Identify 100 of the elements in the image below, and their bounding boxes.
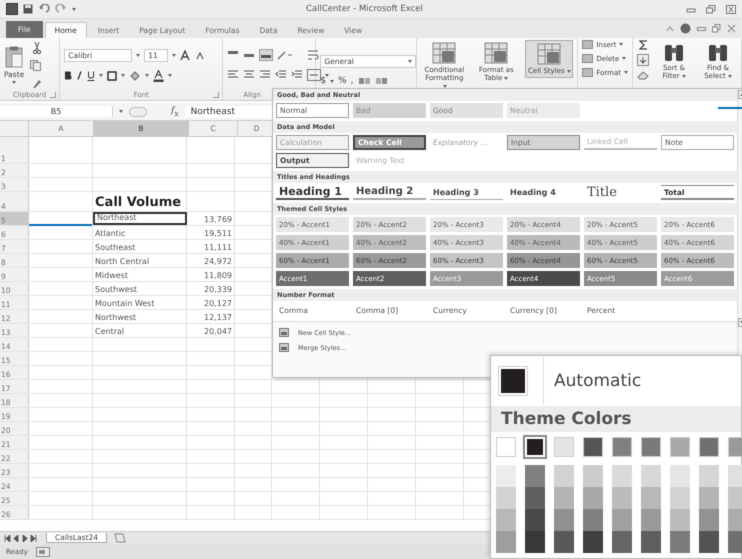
color-swatch[interactable]	[583, 509, 603, 531]
wrap-text-icon[interactable]	[307, 49, 320, 61]
scissors-icon[interactable]	[32, 42, 42, 54]
color-swatch[interactable]	[728, 531, 742, 553]
align-right-icon[interactable]	[259, 70, 272, 80]
color-swatch[interactable]	[525, 487, 545, 509]
name-box[interactable]: B5	[0, 106, 113, 117]
caret-icon[interactable]	[624, 71, 628, 74]
color-swatch[interactable]	[670, 437, 690, 457]
color-swatch[interactable]	[641, 531, 661, 553]
italic-icon[interactable]	[76, 71, 84, 80]
fill-icon[interactable]	[637, 54, 649, 66]
color-swatch[interactable]	[670, 465, 690, 487]
color-swatch[interactable]	[728, 465, 742, 487]
automatic-color-swatch[interactable]	[499, 367, 527, 395]
sigma-icon[interactable]	[638, 40, 648, 50]
caret-icon[interactable]	[121, 74, 126, 77]
save-icon[interactable]	[23, 4, 33, 14]
color-swatch[interactable]	[641, 509, 661, 531]
color-swatch[interactable]	[728, 437, 742, 457]
restore-icon[interactable]	[712, 24, 721, 33]
color-swatch[interactable]	[670, 531, 690, 553]
clipboard-icon[interactable]	[5, 46, 24, 68]
help-icon[interactable]	[680, 23, 691, 34]
caret-icon[interactable]	[408, 60, 412, 63]
close-icon[interactable]	[727, 24, 736, 33]
color-swatch[interactable]	[670, 509, 690, 531]
bold-icon[interactable]	[64, 71, 72, 80]
insert-function-button[interactable]: f$_{x}$	[171, 106, 179, 118]
align-left-icon[interactable]	[227, 70, 240, 80]
caret-icon[interactable]	[119, 110, 123, 113]
color-swatch[interactable]	[525, 465, 545, 487]
color-swatch[interactable]	[525, 531, 545, 553]
macro-record-icon[interactable]	[36, 547, 50, 557]
color-swatch[interactable]	[612, 487, 632, 509]
border-icon[interactable]	[107, 70, 118, 80]
cell-style-option[interactable]: Heading 1	[276, 185, 349, 200]
color-swatch[interactable]	[699, 437, 719, 457]
cell-style-option[interactable]: Heading 2	[353, 185, 426, 200]
caret-icon[interactable]	[566, 70, 571, 73]
color-swatch[interactable]	[583, 531, 603, 553]
increase-indent-icon[interactable]	[291, 70, 304, 80]
color-swatch[interactable]	[554, 487, 574, 509]
cell-style-option[interactable]: Title	[584, 185, 657, 200]
color-swatch[interactable]	[728, 487, 742, 509]
color-swatch[interactable]	[641, 487, 661, 509]
dialog-launcher-icon[interactable]	[50, 92, 56, 98]
color-swatch[interactable]	[641, 437, 661, 457]
automatic-option[interactable]: Automatic	[543, 357, 642, 405]
color-swatch[interactable]	[583, 437, 603, 457]
color-swatch[interactable]	[612, 465, 632, 487]
dialog-launcher-icon[interactable]	[213, 92, 220, 98]
color-swatch[interactable]	[496, 487, 516, 509]
cell-style-option[interactable]: Heading 4	[507, 185, 580, 200]
cell-style-option[interactable]: Heading 3	[430, 185, 503, 200]
close-icon[interactable]	[726, 4, 736, 14]
collapse-ribbon-icon[interactable]	[666, 26, 674, 32]
merge-icon[interactable]	[307, 69, 322, 81]
redo-icon[interactable]	[55, 4, 67, 14]
color-swatch[interactable]	[583, 465, 603, 487]
caret-icon[interactable]	[136, 54, 140, 56]
color-swatch[interactable]	[728, 509, 742, 531]
color-swatch[interactable]	[641, 465, 661, 487]
caret-icon[interactable]	[99, 74, 104, 77]
color-swatch[interactable]	[699, 487, 719, 509]
shrink-font-icon[interactable]	[196, 50, 206, 60]
caret-icon[interactable]	[172, 54, 176, 56]
color-swatch[interactable]	[554, 437, 574, 457]
caret-icon[interactable]	[622, 57, 626, 60]
percent-button[interactable]: %	[338, 76, 347, 86]
decrease-indent-icon[interactable]	[275, 70, 288, 80]
color-swatch[interactable]	[496, 465, 516, 487]
color-swatch[interactable]	[699, 465, 719, 487]
color-swatch[interactable]	[612, 509, 632, 531]
restore-icon[interactable]	[706, 4, 716, 14]
font-color-icon[interactable]	[153, 70, 164, 82]
caret-icon[interactable]	[682, 74, 686, 78]
caret-icon[interactable]	[12, 81, 16, 84]
color-swatch[interactable]	[525, 509, 545, 531]
formula-field[interactable]: Northeast	[184, 106, 275, 118]
undo-icon[interactable]	[38, 4, 50, 14]
color-swatch[interactable]	[583, 487, 603, 509]
color-swatch[interactable]	[612, 437, 632, 457]
color-swatch[interactable]	[496, 531, 516, 553]
caret-icon[interactable]	[504, 76, 508, 80]
caret-icon[interactable]	[728, 74, 732, 78]
caret-icon[interactable]	[145, 74, 150, 77]
center-icon[interactable]	[243, 70, 256, 80]
decrease-decimal-icon[interactable]	[374, 76, 388, 86]
color-swatch[interactable]	[554, 531, 574, 553]
fill-color-icon[interactable]	[129, 70, 142, 80]
eraser-icon[interactable]	[637, 70, 649, 80]
color-swatch[interactable]	[699, 509, 719, 531]
color-swatch[interactable]	[554, 509, 574, 531]
caret-icon[interactable]	[168, 74, 172, 77]
minimize-icon[interactable]	[697, 26, 706, 32]
caret-icon[interactable]	[619, 43, 624, 46]
grow-font-icon[interactable]	[180, 50, 192, 60]
caret-icon[interactable]	[72, 8, 76, 10]
color-swatch[interactable]	[612, 531, 632, 553]
